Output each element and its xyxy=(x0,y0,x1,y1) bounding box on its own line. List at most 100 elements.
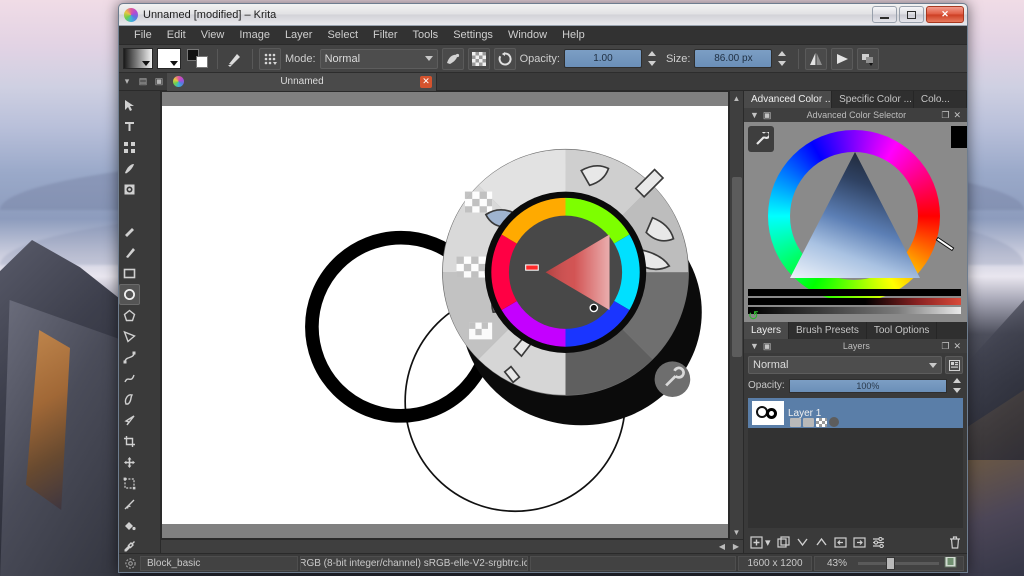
menu-settings[interactable]: Settings xyxy=(446,27,500,43)
layer-visibility-icon[interactable] xyxy=(790,417,801,427)
freehand-brush-tool[interactable] xyxy=(119,179,140,200)
reset-color-icon[interactable]: ↺ xyxy=(748,308,759,324)
fill-tool[interactable] xyxy=(119,515,140,536)
brush-preset-icon[interactable] xyxy=(224,48,246,70)
polygon-tool[interactable] xyxy=(119,305,140,326)
scroll-up-icon[interactable]: ▲ xyxy=(730,91,744,105)
brush-editor-icon[interactable] xyxy=(259,47,281,70)
window-titlebar[interactable]: Unnamed [modified] – Krita ✕ xyxy=(119,4,967,26)
add-layer-dropdown-icon[interactable]: ▾ xyxy=(765,536,771,549)
tab-tool-options[interactable]: Tool Options xyxy=(866,322,938,339)
move-layer-into-group-icon[interactable] xyxy=(833,536,847,549)
color-shade-strip-3[interactable] xyxy=(748,307,961,314)
close-button[interactable]: ✕ xyxy=(926,6,964,23)
opacity-stepper[interactable] xyxy=(646,49,658,68)
line-tool[interactable] xyxy=(119,221,140,242)
dynamic-brush-tool[interactable] xyxy=(119,389,140,410)
select-shapes-tool[interactable] xyxy=(119,95,140,116)
color-preview-swatch[interactable] xyxy=(951,126,967,148)
eraser-toggle-icon[interactable] xyxy=(467,47,490,70)
foreground-background-color-icon[interactable] xyxy=(185,48,211,70)
save-icon[interactable]: ▤ xyxy=(135,75,151,89)
bezier-curve-tool[interactable] xyxy=(119,347,140,368)
opacity-input[interactable]: 1.00 xyxy=(563,49,642,68)
tab-layers[interactable]: Layers xyxy=(744,322,790,339)
canvas-horizontal-scrollbar[interactable]: ◀ ▶ xyxy=(161,539,743,553)
gradient-swatch-icon[interactable] xyxy=(123,48,153,69)
layer-list[interactable]: Layer 1 xyxy=(748,398,963,528)
size-input[interactable]: 86.00 px xyxy=(694,49,773,68)
mirror-horizontal-icon[interactable] xyxy=(805,47,828,70)
hue-selector-marker[interactable] xyxy=(935,236,955,252)
reset-icon[interactable] xyxy=(493,47,516,70)
crop-tool[interactable] xyxy=(119,431,140,452)
fit-page-icon[interactable] xyxy=(944,556,957,570)
scroll-right-icon[interactable]: ▶ xyxy=(729,540,743,554)
menu-edit[interactable]: Edit xyxy=(160,27,193,43)
polyline-tool[interactable] xyxy=(119,326,140,347)
layer-properties-icon[interactable] xyxy=(872,536,885,548)
lock-docker-icon[interactable]: ▣ xyxy=(763,341,772,352)
menu-select[interactable]: Select xyxy=(320,27,365,43)
assistant-tool[interactable] xyxy=(119,494,140,515)
tab-specific-color-selector[interactable]: Specific Color ... xyxy=(832,91,914,108)
move-layer-out-icon[interactable] xyxy=(852,536,866,549)
tab-color-history[interactable]: Colo... xyxy=(913,91,967,108)
ellipse-tool[interactable] xyxy=(119,284,140,305)
add-layer-icon[interactable] xyxy=(750,535,763,549)
color-shade-strip-2[interactable] xyxy=(748,298,961,305)
layer-opacity-stepper[interactable] xyxy=(951,376,963,395)
transform-tool[interactable] xyxy=(119,473,140,494)
layer-opacity-slider[interactable]: 100% xyxy=(788,378,947,393)
move-tool[interactable] xyxy=(119,452,140,473)
zoom-control[interactable]: 43% xyxy=(814,555,964,571)
rectangle-shape-tool[interactable] xyxy=(119,263,140,284)
canvas[interactable] xyxy=(161,91,729,539)
scroll-down-icon[interactable]: ▼ xyxy=(730,525,744,539)
move-layer-down-icon[interactable] xyxy=(796,537,809,547)
calligraphy-tool[interactable] xyxy=(119,158,140,179)
collapse-icon[interactable]: ▼ xyxy=(750,110,759,120)
freehand-path-tool[interactable] xyxy=(119,368,140,389)
edit-shapes-tool[interactable] xyxy=(119,137,140,158)
move-layer-up-icon[interactable] xyxy=(815,537,828,547)
advanced-color-selector[interactable]: ↺ xyxy=(744,122,967,324)
layer-onion-icon[interactable] xyxy=(829,417,839,427)
menu-tools[interactable]: Tools xyxy=(406,27,446,43)
minimize-button[interactable] xyxy=(872,6,897,23)
blend-mode-select[interactable]: Normal xyxy=(319,48,438,69)
document-tab-unnamed[interactable]: Unnamed ✕ xyxy=(167,72,437,91)
close-document-icon[interactable]: ✕ xyxy=(420,75,432,88)
color-shade-strip-1[interactable] xyxy=(748,289,961,296)
scroll-left-icon[interactable]: ◀ xyxy=(715,540,729,554)
collapse-icon[interactable]: ▼ xyxy=(750,341,759,351)
menu-layer[interactable]: Layer xyxy=(278,27,320,43)
menu-filter[interactable]: Filter xyxy=(366,27,404,43)
multibrush-tool[interactable] xyxy=(119,410,140,431)
workspace-chooser-icon[interactable] xyxy=(857,47,880,70)
tab-options-icon[interactable]: ▣ xyxy=(151,75,167,89)
menu-file[interactable]: File xyxy=(127,27,159,43)
layer-blend-mode-select[interactable]: Normal xyxy=(748,356,942,374)
color-selector-settings-icon[interactable] xyxy=(748,126,774,152)
menu-image[interactable]: Image xyxy=(232,27,277,43)
chevron-down-icon[interactable]: ▾ xyxy=(119,75,135,89)
rectangle-tool[interactable] xyxy=(119,242,140,263)
table-row[interactable]: Layer 1 xyxy=(748,398,963,428)
float-docker-icon[interactable]: ❐ xyxy=(941,341,949,352)
preserve-alpha-icon[interactable] xyxy=(441,47,464,70)
layer-filter-icon[interactable] xyxy=(945,356,963,374)
duplicate-layer-icon[interactable] xyxy=(776,535,790,549)
zoom-slider-thumb[interactable] xyxy=(886,556,896,570)
layer-alpha-icon[interactable] xyxy=(816,417,827,427)
size-stepper[interactable] xyxy=(776,49,788,68)
tab-brush-presets[interactable]: Brush Presets xyxy=(789,322,867,339)
canvas-vertical-scrollbar[interactable]: ▲ ▼ xyxy=(729,91,743,539)
delete-layer-icon[interactable] xyxy=(949,535,961,549)
vertical-scroll-thumb[interactable] xyxy=(731,177,742,357)
menu-window[interactable]: Window xyxy=(501,27,554,43)
selection-mask-icon[interactable] xyxy=(122,556,138,571)
maximize-button[interactable] xyxy=(899,6,924,23)
menu-help[interactable]: Help xyxy=(555,27,592,43)
float-docker-icon[interactable]: ❐ xyxy=(941,110,949,121)
